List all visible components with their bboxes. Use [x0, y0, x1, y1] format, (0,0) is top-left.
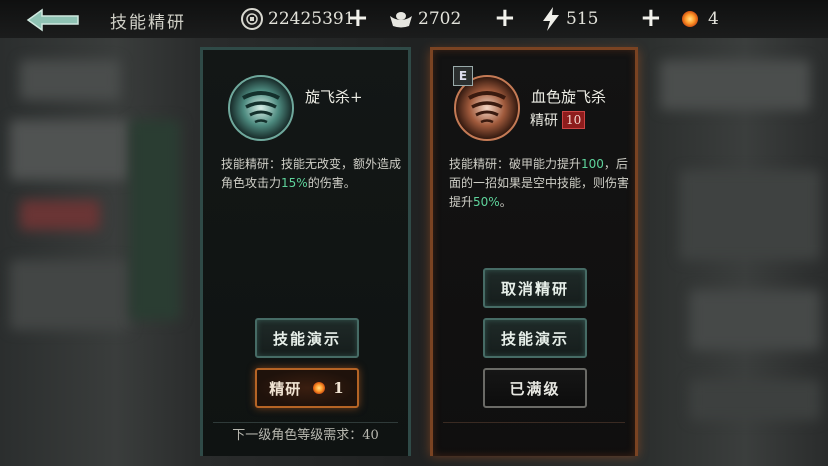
refine-label: 精研: [269, 379, 302, 398]
skill-demo-button[interactable]: 技能演示: [483, 318, 587, 358]
desc-highlight: 100: [581, 157, 604, 171]
skill-description: 技能精研：破甲能力提升100，后面的一招如果是空中技能，则伤害提升50%。: [449, 155, 631, 212]
skill-description: 技能精研：技能无改变，额外造成角色攻击力15%的伤害。: [221, 155, 403, 193]
coin-icon: [241, 8, 263, 30]
skill-card-refined: E 血色旋飞杀 精研 10 技能精研：破甲能力提升100，后面的一招如果是空中技…: [430, 47, 638, 456]
back-arrow-icon: [26, 8, 79, 32]
refine-cost: 1: [333, 379, 345, 397]
skill-card-base: 旋飞杀+ 技能精研：技能无改变，额外造成角色攻击力15%的伤害。 技能演示 精研…: [200, 47, 411, 456]
energy-counter: 515: [540, 6, 598, 32]
background: [0, 0, 828, 466]
silver-value: 2702: [418, 9, 462, 29]
skill-name: 血色旋飞杀: [531, 88, 607, 106]
skill-name: 旋飞杀+: [305, 88, 363, 106]
skill-demo-button[interactable]: 技能演示: [255, 318, 359, 358]
cancel-refine-button[interactable]: 取消精研: [483, 268, 587, 308]
refine-button[interactable]: 精研 1: [255, 368, 359, 408]
refine-level-badge: 10: [562, 111, 586, 129]
top-bar: 技能精研 22425391 + 2702 + 515 + 4: [0, 0, 828, 38]
refine-level-tag: 精研 10: [530, 110, 586, 130]
add-silver-button[interactable]: +: [494, 5, 516, 31]
energy-value: 515: [566, 9, 599, 29]
desc-text-end: 。: [499, 195, 512, 209]
refine-level-label: 精研: [530, 113, 558, 129]
level-requirement: 下一级角色等级需求：40: [232, 428, 379, 443]
add-energy-button[interactable]: +: [640, 5, 662, 31]
coin-counter: 22425391: [240, 6, 355, 32]
ember-icon: [682, 11, 698, 27]
back-button[interactable]: [24, 7, 82, 33]
desc-text-end: 的伤害。: [307, 176, 356, 190]
whirlwind-skill-icon[interactable]: [227, 74, 295, 142]
coin-value: 22425391: [268, 9, 355, 29]
ember-icon: [313, 382, 326, 394]
max-level-button: 已满级: [483, 368, 587, 408]
equipped-badge: E: [453, 66, 473, 86]
divider: [443, 422, 625, 423]
desc-highlight: 50%: [473, 195, 500, 209]
ember-counter: 4: [682, 6, 719, 32]
ember-value: 4: [708, 9, 719, 29]
silver-counter: 2702: [388, 6, 461, 32]
desc-text: 技能精研：破甲能力提升: [449, 157, 582, 171]
ingot-icon: [390, 12, 412, 28]
page-title: 技能精研: [110, 13, 186, 33]
desc-highlight: 15%: [281, 176, 308, 190]
divider: [213, 422, 398, 423]
add-coin-button[interactable]: +: [347, 5, 369, 31]
lightning-icon: [543, 7, 559, 31]
